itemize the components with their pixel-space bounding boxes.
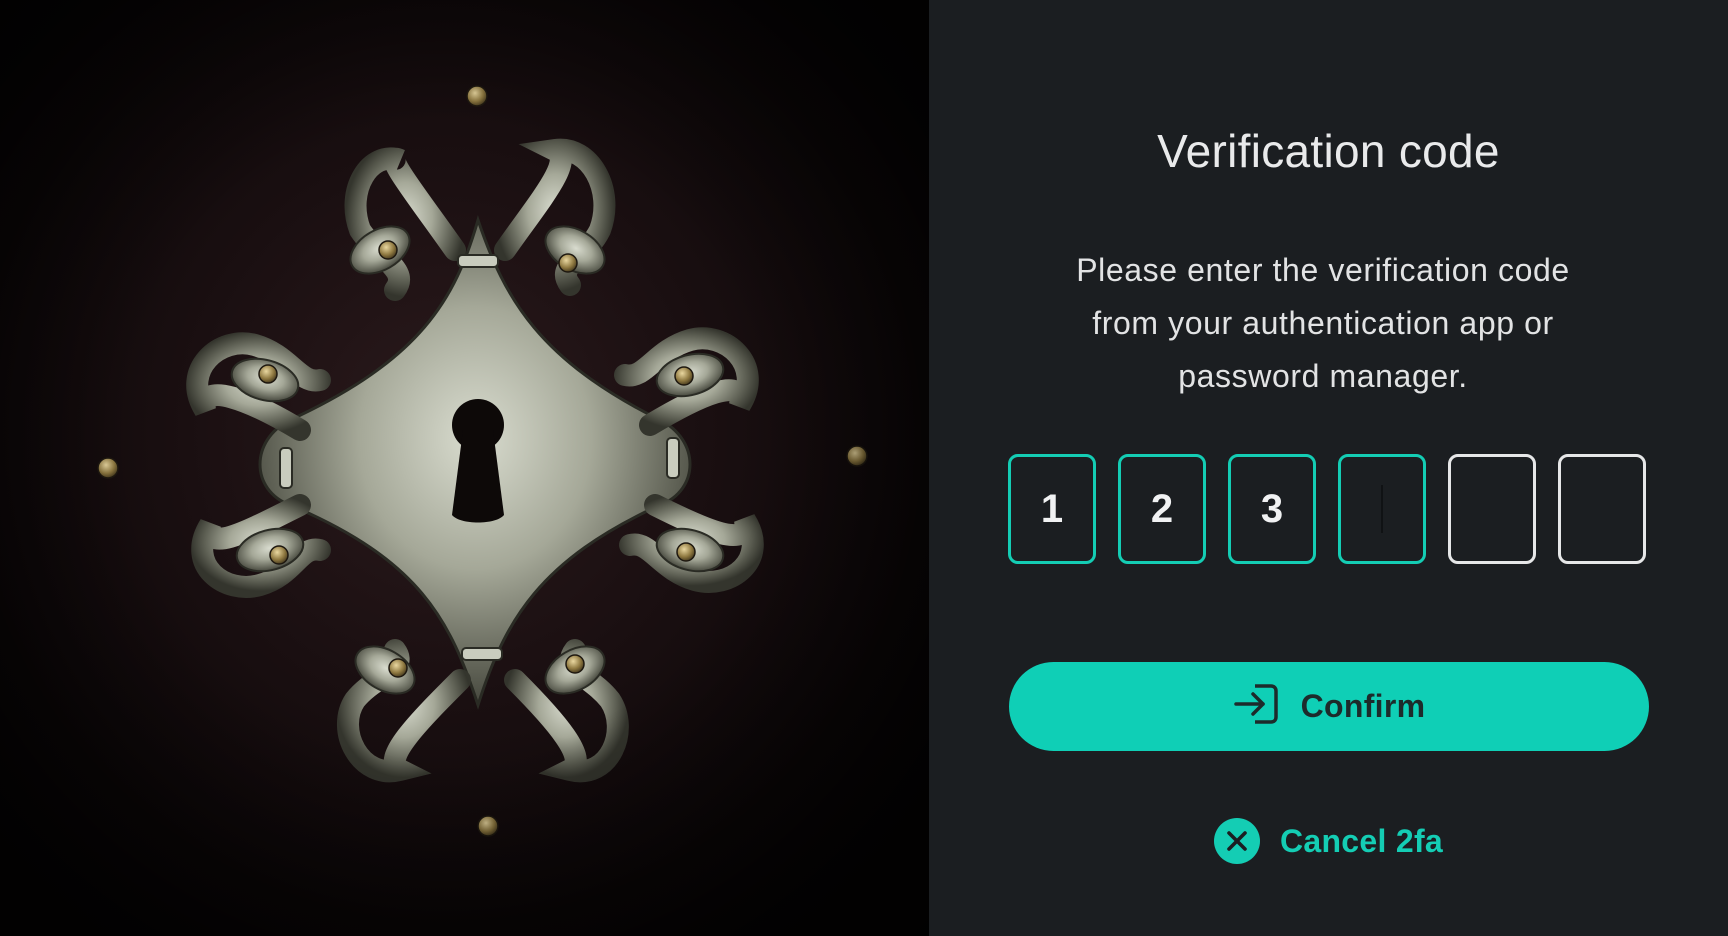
verification-code-input: 1 2 3 xyxy=(1008,454,1646,564)
verification-panel: Verification code Please enter the verif… xyxy=(929,0,1728,936)
close-circle-icon xyxy=(1213,818,1260,864)
code-digit-1[interactable]: 1 xyxy=(1008,454,1096,564)
code-digit-value: 2 xyxy=(1150,486,1174,531)
code-digit-value: 3 xyxy=(1260,486,1284,531)
code-digit-value: 1 xyxy=(1040,486,1064,531)
confirm-label: Confirm xyxy=(1300,688,1426,724)
text-caret xyxy=(1381,485,1383,533)
cancel-2fa-link[interactable]: Cancel 2fa xyxy=(929,818,1728,864)
code-digit-4[interactable] xyxy=(1338,454,1426,564)
two-factor-screen: Verification code Please enter the verif… xyxy=(0,0,1728,936)
instructions-text: Please enter the verification code from … xyxy=(1076,252,1570,394)
code-digit-5[interactable] xyxy=(1448,454,1536,564)
code-digit-2[interactable]: 2 xyxy=(1118,454,1206,564)
page-title: Verification code xyxy=(1157,125,1500,177)
code-digit-3[interactable]: 3 xyxy=(1228,454,1316,564)
cancel-label: Cancel 2fa xyxy=(1279,822,1444,859)
hero-image xyxy=(0,0,929,936)
login-arrow-icon xyxy=(1233,683,1279,730)
code-digit-6[interactable] xyxy=(1558,454,1646,564)
keyhole-escutcheon-illustration xyxy=(0,0,929,936)
confirm-button[interactable]: Confirm xyxy=(1009,662,1649,751)
